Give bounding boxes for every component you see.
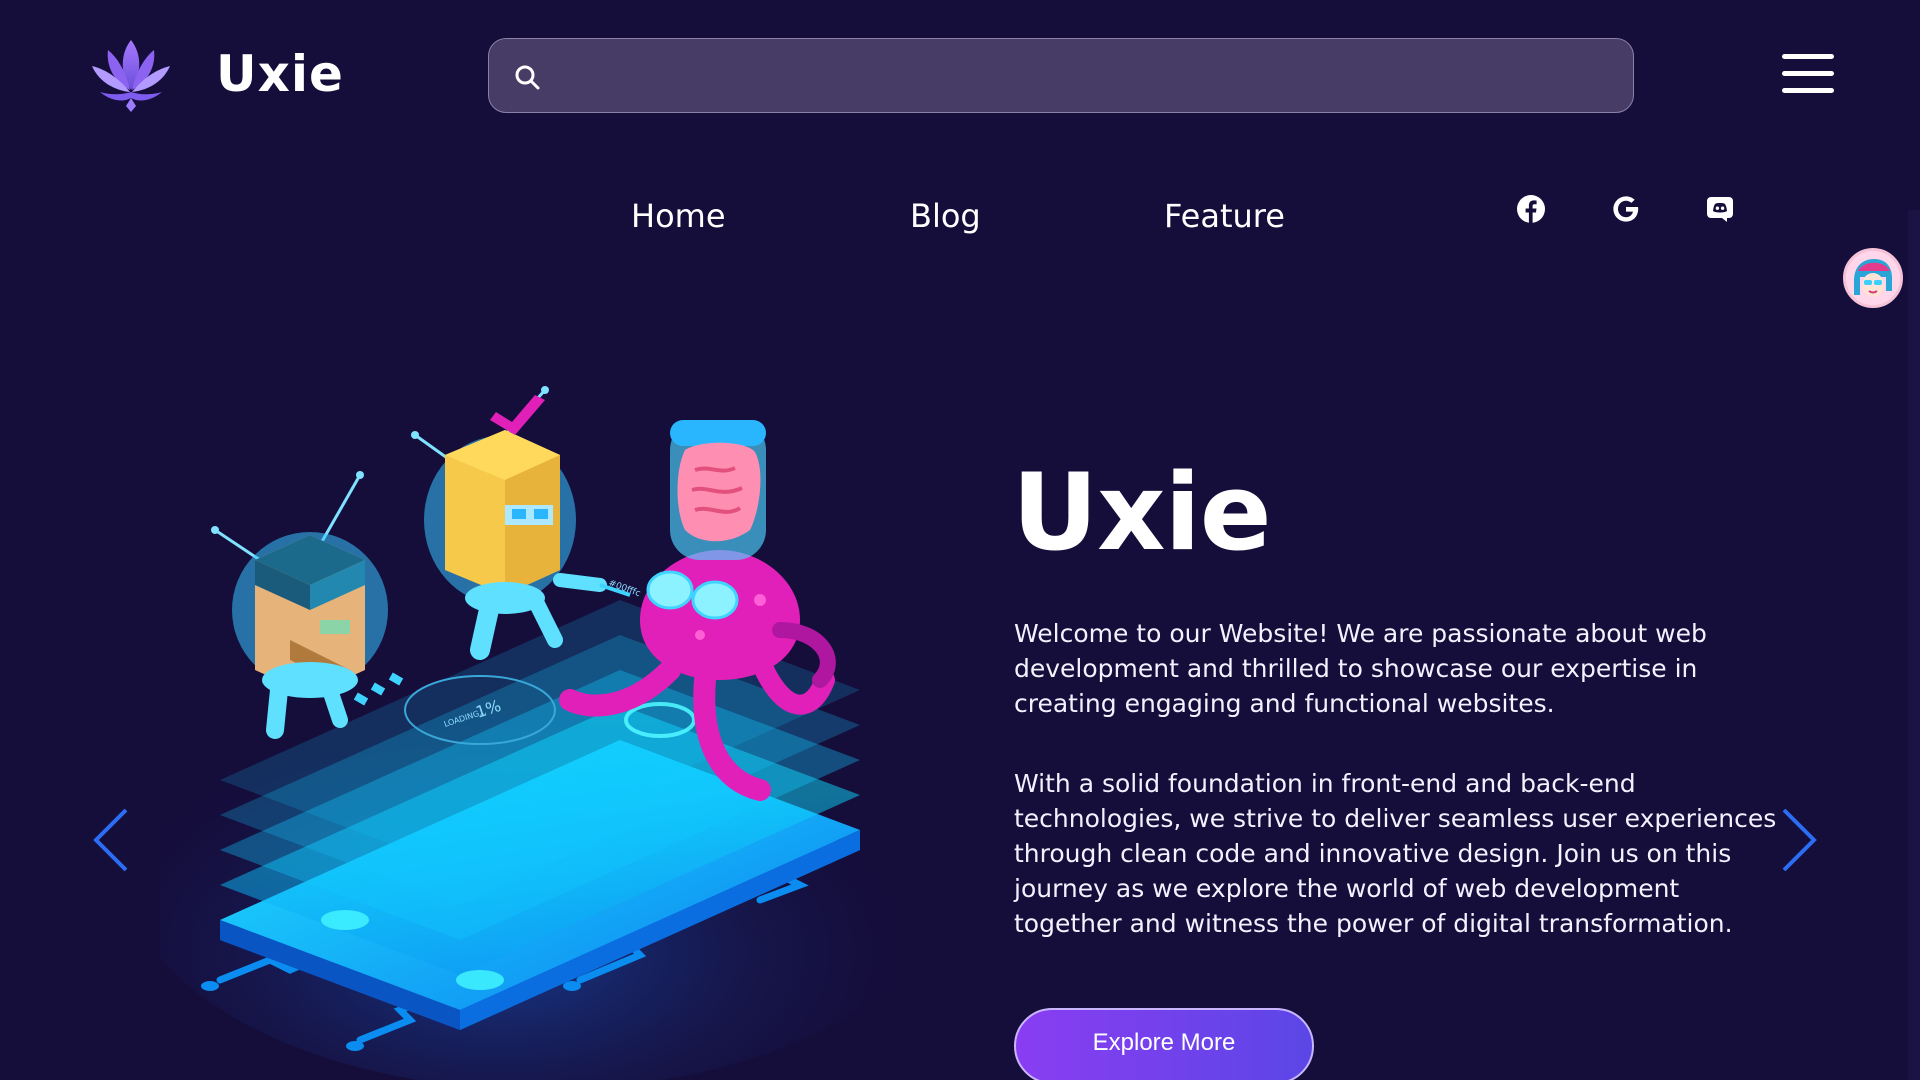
user-avatar[interactable] (1843, 248, 1903, 308)
nav-home[interactable]: Home (631, 196, 726, 236)
explore-more-button[interactable]: Explore More (1014, 1008, 1314, 1080)
menu-line (1782, 54, 1834, 59)
robot-character-left (211, 471, 404, 739)
color-tag: #00fffc (607, 578, 642, 599)
hero-paragraph-2: With a solid foundation in front-end and… (1014, 769, 1777, 938)
brand-name: Uxie (216, 45, 344, 103)
page: Uxie Home Blog Feature 1% LOADING... #00… (0, 0, 1920, 1080)
nav-feature[interactable]: Feature (1164, 196, 1285, 236)
menu-line (1782, 71, 1834, 76)
menu-line (1782, 88, 1834, 93)
hero-paragraph-1: Welcome to our Website! We are passionat… (1014, 619, 1707, 718)
facebook-icon[interactable] (1516, 194, 1546, 224)
nav-blog[interactable]: Blog (910, 196, 981, 236)
search-icon (515, 65, 540, 90)
lotus-logo-icon[interactable] (90, 36, 172, 112)
page-scrollbar[interactable] (1908, 210, 1920, 1080)
hamburger-menu-icon[interactable] (1782, 54, 1836, 94)
search-bar[interactable] (488, 38, 1634, 113)
google-icon[interactable] (1611, 194, 1641, 224)
hero-title: Uxie (1012, 451, 1272, 574)
carousel-next-arrow-icon[interactable] (1780, 806, 1820, 874)
search-input[interactable] (559, 39, 1619, 112)
carousel-prev-arrow-icon[interactable] (90, 806, 130, 874)
hero-illustration: 1% LOADING... #00fffc (160, 386, 960, 1080)
avatar-face-icon (1846, 251, 1900, 305)
discord-icon[interactable] (1705, 194, 1735, 224)
